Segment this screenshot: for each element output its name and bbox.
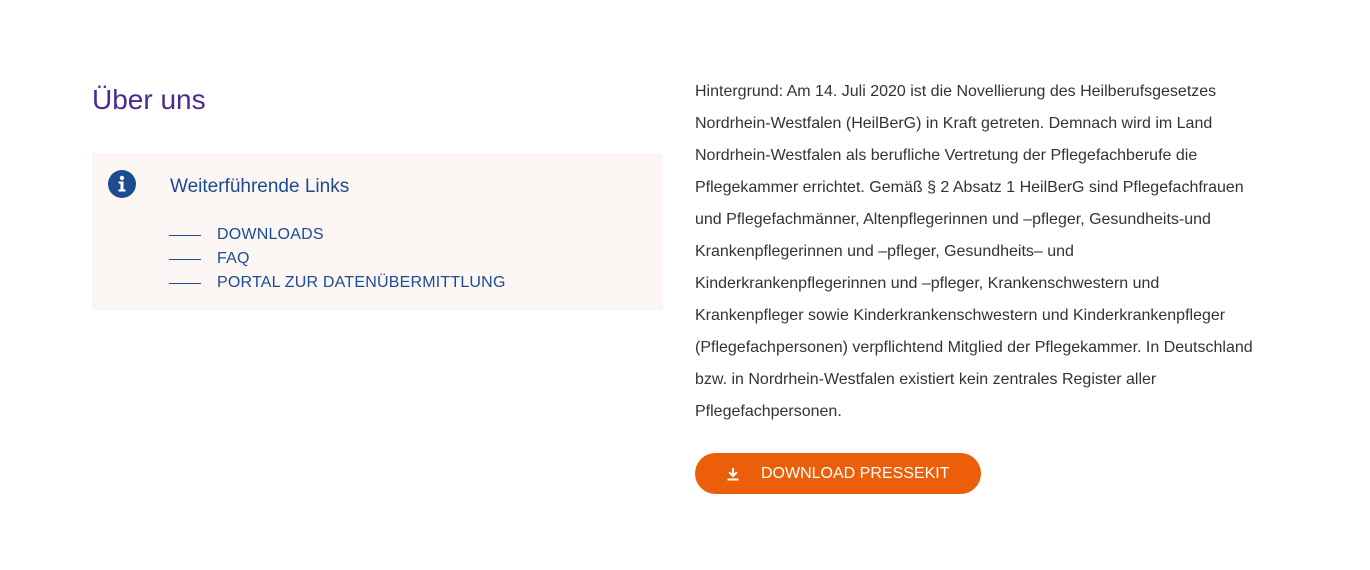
further-links-list: DOWNLOADS FAQ PORTAL ZUR DATENÜBERMITTLU… [169,223,506,295]
page-title: Über uns [92,84,206,115]
background-paragraph: Hintergrund: Am 14. Juli 2020 ist die No… [695,83,1253,420]
info-icon [108,170,136,198]
downloads-link[interactable]: DOWNLOADS [217,226,324,244]
download-presskit-button[interactable]: DOWNLOAD PRESSEKIT [695,453,981,494]
faq-link[interactable]: FAQ [217,250,250,268]
link-item-downloads: DOWNLOADS [169,223,506,247]
link-item-portal: PORTAL ZUR DATENÜBERMITTLUNG [169,271,506,295]
data-portal-link[interactable]: PORTAL ZUR DATENÜBERMITTLUNG [217,274,506,292]
link-item-faq: FAQ [169,247,506,271]
download-icon [726,467,740,481]
link-dash [169,234,201,236]
further-links-box: Weiterführende Links DOWNLOADS FAQ PORTA… [92,153,663,310]
link-dash [169,258,201,260]
download-presskit-label: DOWNLOAD PRESSEKIT [761,464,950,482]
further-links-title: Weiterführende Links [170,176,350,197]
link-dash [169,282,201,284]
